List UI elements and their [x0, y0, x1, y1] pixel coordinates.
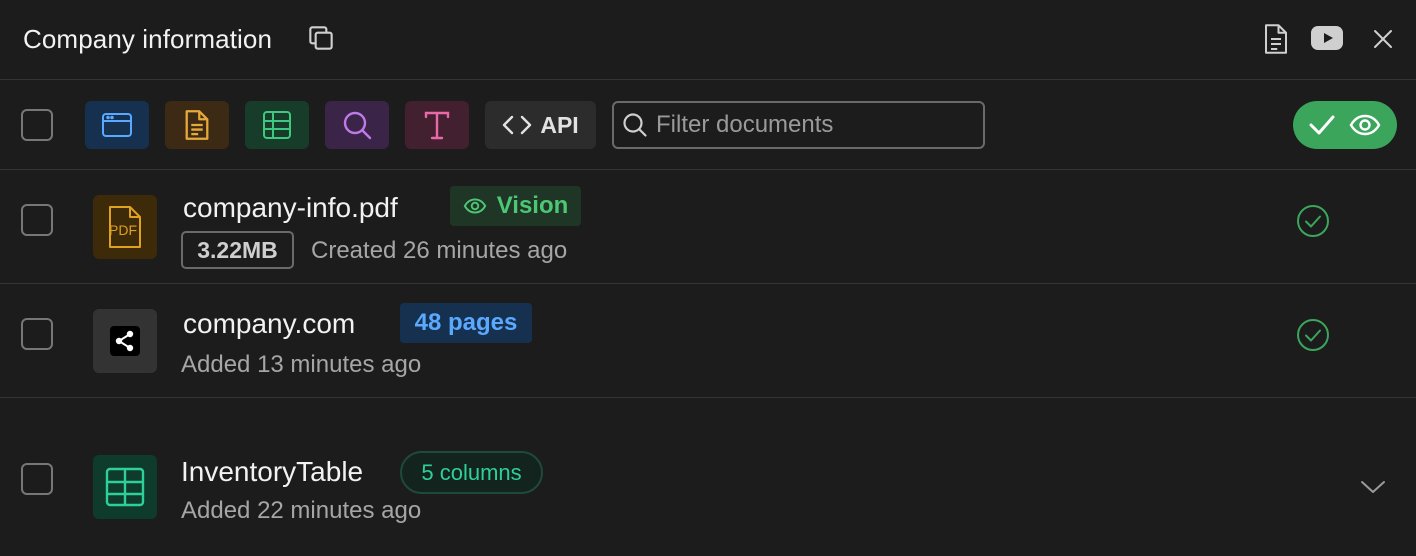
- filter-website-button[interactable]: [85, 101, 149, 149]
- search-input[interactable]: [656, 111, 956, 139]
- youtube-icon[interactable]: [1308, 22, 1346, 54]
- pdf-label: PDF: [109, 222, 137, 238]
- list-item[interactable]: company.com 48 pages Added 13 minutes ag…: [0, 284, 1416, 398]
- vision-label: Vision: [496, 192, 569, 219]
- pdf-icon: PDF: [93, 195, 157, 259]
- panel-header: Company information: [0, 0, 1416, 80]
- created-time: Created 26 minutes ago: [311, 237, 568, 264]
- vision-badge: Vision: [450, 186, 581, 226]
- text-icon: [424, 111, 450, 140]
- document-icon: [185, 110, 209, 140]
- file-size-badge: 3.22MB: [181, 231, 294, 269]
- columns-badge: 5 columns: [400, 451, 543, 494]
- approve-vision-toggle[interactable]: [1293, 101, 1397, 149]
- file-name: company-info.pdf: [183, 192, 398, 223]
- row-checkbox[interactable]: [21, 463, 53, 495]
- filter-document-button[interactable]: [165, 101, 229, 149]
- filter-documents-search: [612, 101, 985, 149]
- filter-search-button[interactable]: [325, 101, 389, 149]
- row-checkbox[interactable]: [21, 204, 53, 236]
- check-circle-icon: [1297, 319, 1329, 351]
- list-item[interactable]: InventoryTable 5 columns Added 22 minute…: [0, 398, 1416, 556]
- search-icon: [623, 113, 647, 137]
- search-icon: [343, 111, 372, 140]
- row-checkbox[interactable]: [21, 318, 53, 350]
- close-icon[interactable]: [1366, 22, 1400, 56]
- check-icon: [1309, 115, 1335, 135]
- copy-icon[interactable]: [303, 20, 339, 56]
- added-time: Added 22 minutes ago: [181, 497, 422, 524]
- select-all-checkbox[interactable]: [21, 109, 53, 141]
- table-icon: [93, 455, 157, 519]
- chevron-down-icon[interactable]: [1360, 479, 1386, 495]
- browser-icon: [102, 113, 132, 137]
- pages-badge: 48 pages: [400, 303, 532, 343]
- added-time: Added 13 minutes ago: [181, 351, 422, 378]
- page-title: Company information: [23, 24, 273, 54]
- eye-icon: [463, 198, 486, 214]
- filter-text-button[interactable]: [405, 101, 469, 149]
- api-button[interactable]: API: [485, 101, 596, 149]
- filter-table-button[interactable]: [245, 101, 309, 149]
- filter-toolbar: API: [0, 80, 1416, 170]
- list-item[interactable]: PDF company-info.pdf Vision 3.22MB Creat…: [0, 170, 1416, 284]
- document-icon[interactable]: [1258, 20, 1294, 58]
- api-label: API: [540, 111, 579, 138]
- code-icon: [503, 115, 532, 135]
- file-name: InventoryTable: [181, 456, 364, 487]
- check-circle-icon: [1297, 205, 1329, 237]
- share-icon: [93, 309, 157, 373]
- file-name: company.com: [183, 308, 356, 339]
- eye-icon: [1349, 114, 1381, 136]
- table-icon: [263, 111, 291, 139]
